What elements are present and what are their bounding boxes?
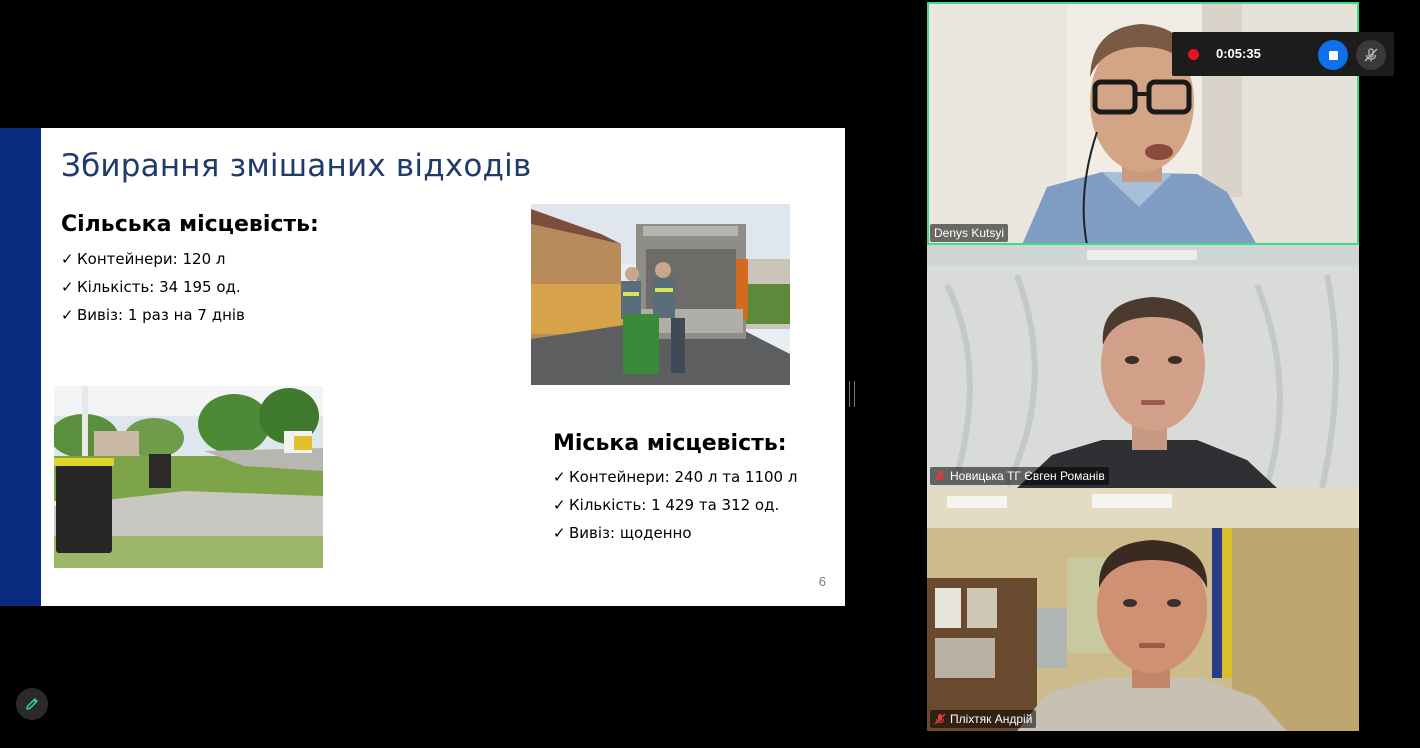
check-icon: ✓ [61,278,74,296]
rural-bins-photo [54,386,323,568]
stop-recording-button[interactable] [1318,40,1348,70]
urban-heading: Міська місцевість: [553,431,787,456]
slide-title: Збирання змішаних відходів [61,148,532,184]
mute-toggle-button[interactable] [1356,40,1386,70]
list-item: ✓ Кількість: 34 195 од. [61,278,241,296]
annotate-button[interactable] [16,688,48,720]
list-item: ✓ Контейнери: 240 л та 1100 л [553,468,798,486]
video-tile-2[interactable]: Новицька ТГ Євген Романів [927,245,1359,488]
video-tile-3[interactable]: Пліхтяк Андрій [927,488,1359,731]
garbage-truck-photo [531,204,790,385]
microphone-off-icon [934,713,946,725]
list-item: ✓ Вивіз: щоденно [553,524,692,542]
list-item: ✓ Кількість: 1 429 та 312 од. [553,496,780,514]
check-icon: ✓ [61,306,74,324]
participant-name-tag: Пліхтяк Андрій [930,710,1037,728]
slide-accent-bar [0,128,41,606]
recording-timer: 0:05:35 [1216,46,1261,61]
slide-page-number: 6 [818,574,826,589]
microphone-off-icon [1364,48,1378,62]
split-resize-handle[interactable] [849,381,855,407]
shared-slide: Збирання змішаних відходів Сільська місц… [0,128,845,606]
list-item: ✓ Вивіз: 1 раз на 7 днів [61,306,245,324]
check-icon: ✓ [553,524,566,542]
check-icon: ✓ [553,496,566,514]
stop-icon [1328,50,1338,60]
microphone-off-icon [934,470,946,482]
record-dot-icon [1188,49,1199,60]
recording-toolbar: 0:05:35 [1172,32,1394,76]
check-icon: ✓ [553,468,566,486]
check-icon: ✓ [61,250,74,268]
meeting-window: Збирання змішаних відходів Сільська місц… [0,0,1420,748]
rural-heading: Сільська місцевість: [61,212,319,237]
participant-video [927,488,1359,731]
list-item: ✓ Контейнери: 120 л [61,250,226,268]
participant-video [927,245,1359,488]
participant-name-tag: Новицька ТГ Євген Романів [930,467,1109,485]
pencil-icon [26,698,38,710]
urban-list: ✓ Контейнери: 240 л та 1100 л ✓ Кількість:… [553,467,797,551]
participant-name-tag: Denys Kutsyi [930,224,1009,242]
rural-list: ✓ Контейнери: 120 л ✓ Кількість: 34 195 од… [61,249,245,333]
